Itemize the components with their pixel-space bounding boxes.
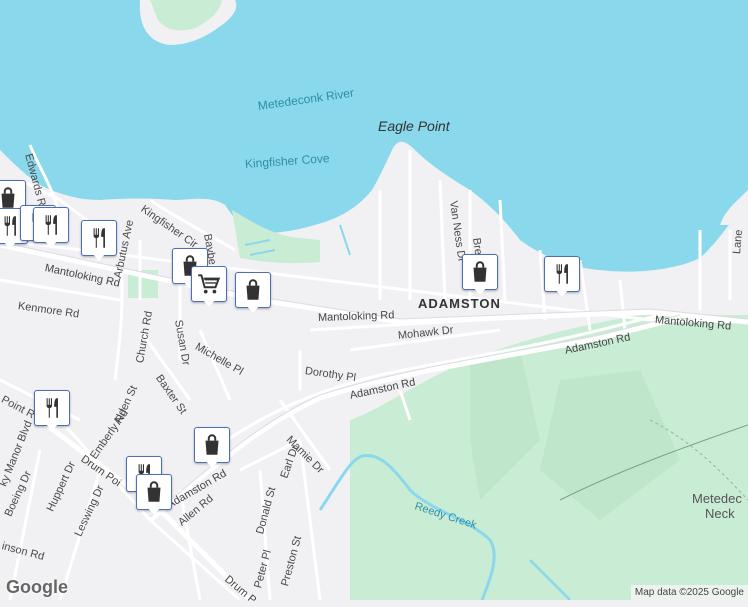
poi-pin[interactable] bbox=[136, 474, 172, 518]
shopping-bag-icon bbox=[246, 279, 260, 300]
poi-pin[interactable] bbox=[235, 272, 271, 316]
road-label-lane: Lane bbox=[731, 229, 746, 255]
shopping-cart-icon bbox=[198, 274, 221, 294]
shopping-bag-icon bbox=[473, 261, 487, 282]
metedeconk-neck-label: Metedec bbox=[692, 491, 742, 506]
poi-pin[interactable] bbox=[33, 207, 69, 251]
poi-pin[interactable] bbox=[462, 254, 498, 298]
google-logo: Google bbox=[6, 577, 68, 597]
shopping-bag-icon bbox=[205, 434, 219, 455]
map-canvas[interactable] bbox=[0, 0, 748, 600]
map-attribution: Map data ©2025 Google bbox=[630, 585, 748, 600]
poi-pin[interactable] bbox=[194, 427, 230, 471]
fork-knife-icon bbox=[46, 398, 58, 418]
shopping-bag-icon bbox=[147, 481, 161, 502]
metedeconk-neck-label-2: Neck bbox=[705, 506, 735, 521]
eagle-point-label: Eagle Point bbox=[378, 118, 450, 134]
fork-knife-icon bbox=[93, 228, 105, 248]
poi-pin[interactable] bbox=[81, 220, 117, 264]
fork-knife-icon bbox=[45, 215, 57, 235]
poi-pin[interactable] bbox=[544, 256, 580, 300]
poi-pin[interactable] bbox=[34, 390, 70, 434]
fork-knife-icon bbox=[556, 264, 568, 284]
adamston-label: ADAMSTON bbox=[418, 296, 501, 311]
poi-pin[interactable] bbox=[191, 266, 227, 310]
